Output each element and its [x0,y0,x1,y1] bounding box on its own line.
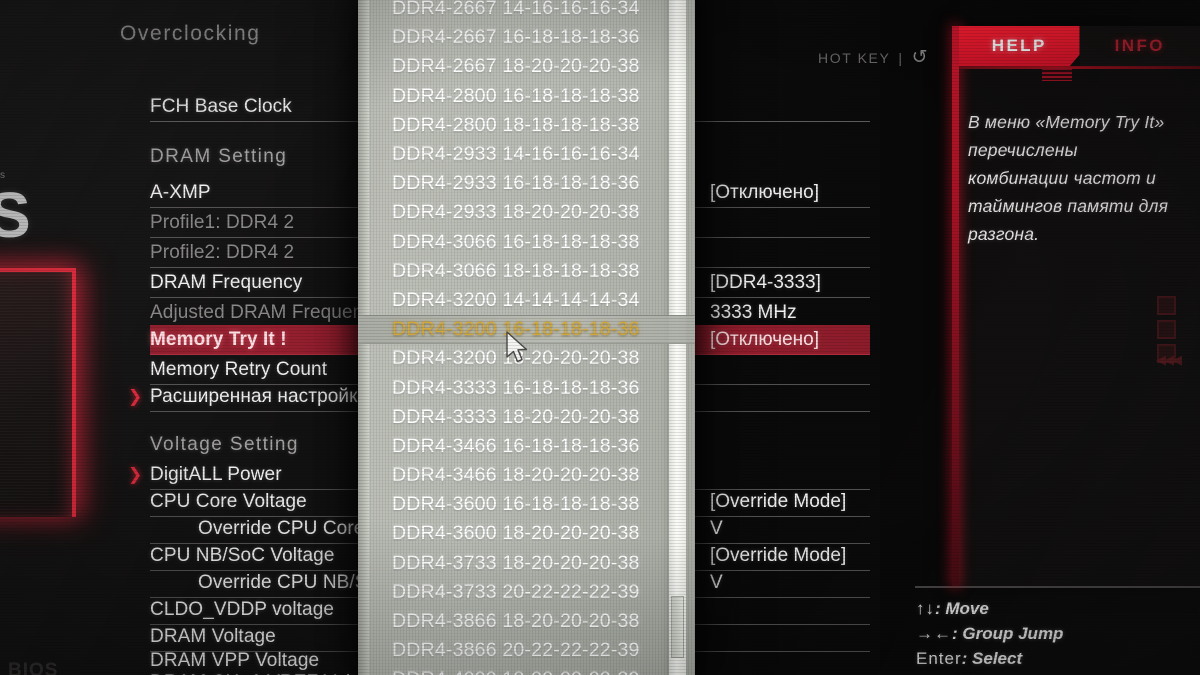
legend-key-symbol: Enter [916,649,962,668]
submenu-arrow-icon: ❯ [128,464,143,484]
setting-label: CPU Core Voltage [150,490,307,512]
setting-label: DRAM Frequency [150,271,303,293]
dropdown-option[interactable]: DDR4-2667 18-20-20-20-38 [358,52,695,81]
setting-label: DRAM CH_A VREF Voltage [150,672,388,675]
setting-label: DRAM Setting [150,146,288,167]
dropdown-option[interactable]: DDR4-2933 14-16-16-16-34 [358,140,695,169]
dropdown-option[interactable]: DDR4-3866 18-20-20-20-38 [358,607,695,636]
setting-label: Profile2: DDR4 2 [150,241,295,263]
decorative-chevrons-icon: ◀◀◀ [1156,352,1182,367]
setting-value: [DDR4-3333] [710,271,821,293]
legend-separator [915,586,1200,588]
setting-label: A-XMP [150,181,211,203]
legend-key-symbol: ↑↓ [916,599,935,618]
legend-row: ↑↓: Move [916,596,1200,621]
setting-value: 3333 MHz [710,301,797,323]
dropdown-option[interactable]: DDR4-3600 16-18-18-18-38 [358,490,695,519]
legend-action-text: : Move [935,599,989,618]
setting-label: Profile1: DDR4 2 [150,211,295,233]
help-panel-accent-bar [952,26,959,586]
dropdown-option[interactable]: DDR4-3466 16-18-18-18-36 [358,432,695,461]
hotkey-indicator[interactable]: HOT KEY | ↺ [818,48,929,67]
help-tab-notch-decoration [1042,68,1072,81]
hotkey-divider: | [898,49,904,66]
setting-value: V [710,571,723,593]
setting-label: DRAM Voltage [150,625,276,647]
dropdown-option[interactable]: DDR4-3066 18-18-18-18-38 [358,257,695,286]
dropdown-option[interactable]: DDR4-2933 18-20-20-20-38 [358,198,695,227]
help-tab-underline [959,66,1200,69]
legend-key-symbol: →← [916,624,952,643]
setting-label: Adjusted DRAM Frequency [150,301,383,323]
dropdown-option[interactable]: DDR4-3333 16-18-18-18-36 [358,373,695,402]
bios-screen: s S BIOS Overclocking HOT KEY | ↺ FCH Ba… [0,0,1200,675]
hotkey-label: HOT KEY [818,49,891,66]
setting-label: Voltage Setting [150,434,299,455]
tab-help[interactable]: HELP [959,26,1080,66]
dropdown-option[interactable]: DDR4-3733 20-22-22-22-39 [358,578,695,607]
setting-label: FCH Base Clock [150,95,292,117]
dropdown-option[interactable]: DDR4-3066 16-18-18-18-38 [358,228,695,257]
dropdown-option[interactable]: DDR4-4000 18-22-22-22-39 [358,665,695,675]
dropdown-option[interactable]: DDR4-2800 18-18-18-18-38 [358,111,695,140]
setting-label: Memory Retry Count [150,358,328,380]
setting-label: CLDO_VDDP voltage [150,598,335,620]
legend-row: +/-: Value [916,671,1200,675]
legend-row: →←: Group Jump [916,621,1200,646]
setting-label: Memory Try It ! [150,328,287,350]
undo-arrow-icon[interactable]: ↺ [912,48,930,67]
dropdown-option[interactable]: DDR4-2800 16-18-18-18-38 [358,82,695,111]
legend-action-text: : Select [961,649,1023,668]
dropdown-option[interactable]: DDR4-2667 16-18-18-18-36 [358,23,695,52]
setting-value: [Override Mode] [710,490,847,512]
mouse-cursor-icon [506,331,528,363]
help-body-text: В меню «Memory Try It» перечислены комби… [968,112,1169,244]
help-panel-tabs[interactable]: HELP INFO [959,26,1200,66]
setting-value: [Отключено] [710,328,820,350]
setting-label: CPU NB/SoC Voltage [150,544,335,566]
dropdown-option[interactable]: DDR4-2933 16-18-18-18-36 [358,169,695,198]
tab-info[interactable]: INFO [1079,26,1200,66]
legend-action-text: : Group Jump [952,624,1064,643]
dropdown-option[interactable]: DDR4-3333 18-20-20-20-38 [358,403,695,432]
dropdown-option[interactable]: DDR4-3866 20-22-22-22-39 [358,636,695,665]
legend-row: Enter: Select [916,646,1200,671]
dropdown-option[interactable]: DDR4-3733 18-20-20-20-38 [358,549,695,578]
dropdown-option[interactable]: DDR4-3200 14-14-14-14-34 [358,286,695,315]
setting-value: V [710,517,723,539]
dropdown-option[interactable]: DDR4-3600 18-20-20-20-38 [358,519,695,548]
submenu-arrow-icon: ❯ [128,386,143,406]
keyboard-legend: ↑↓: Move→←: Group JumpEnter: Select+/-: … [916,596,1200,675]
setting-label: DigitALL Power [150,463,282,485]
setting-value: [Отключено] [710,181,820,203]
setting-value: [Override Mode] [710,544,847,566]
dropdown-option[interactable]: DDR4-2667 14-16-16-16-34 [358,0,695,23]
dropdown-option[interactable]: DDR4-3466 18-20-20-20-38 [358,461,695,490]
